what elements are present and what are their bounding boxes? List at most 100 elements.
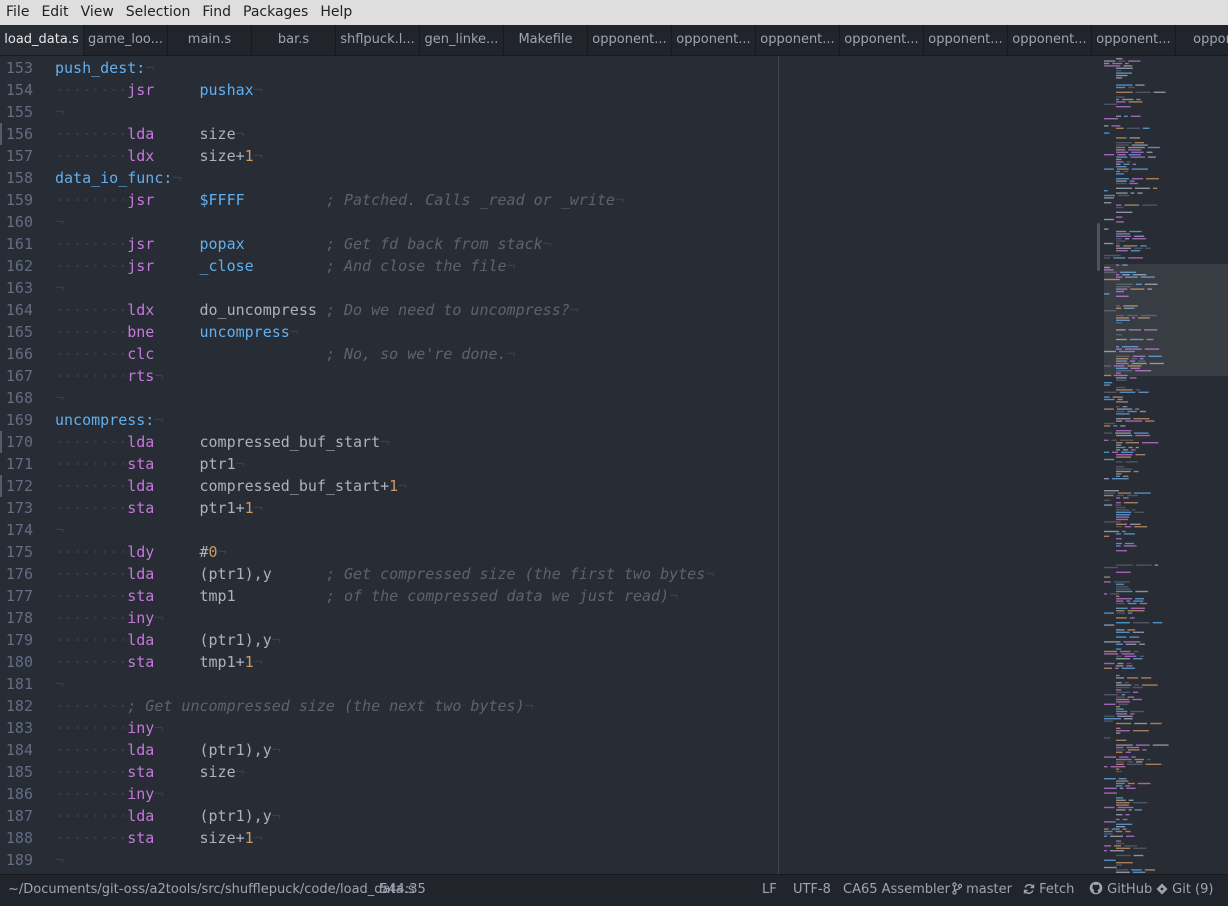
line-number[interactable]: 169 (0, 409, 33, 431)
line-number[interactable]: 187 (0, 805, 33, 827)
line-number[interactable]: 175 (0, 541, 33, 563)
tab[interactable]: opponent... (588, 25, 672, 55)
line-number[interactable]: 166 (0, 343, 33, 365)
line-ending[interactable]: LF (762, 875, 777, 905)
grammar-selector[interactable]: CA65 Assembler (843, 875, 950, 905)
code-line[interactable]: 174 ¬ (0, 519, 1100, 541)
code-line[interactable]: 166 ········clc ; No, so we're done.¬ (0, 343, 1100, 365)
tab[interactable]: opponent... (672, 25, 756, 55)
tab[interactable]: opponent... (756, 25, 840, 55)
code-line[interactable]: 154 ········jsr pushax¬ (0, 79, 1100, 101)
menu-view[interactable]: View (75, 0, 120, 25)
code-line[interactable]: 177 ········sta tmp1 ; of the compressed … (0, 585, 1100, 607)
tab[interactable]: gen_linke... (420, 25, 504, 55)
code-line[interactable]: 163 ¬ (0, 277, 1100, 299)
tab[interactable]: oppone (1176, 25, 1228, 55)
line-number[interactable]: 167 (0, 365, 33, 387)
line-number[interactable]: 160 (0, 211, 33, 233)
tab[interactable]: opponent... (840, 25, 924, 55)
git-branch[interactable]: master (952, 875, 1012, 905)
code-line[interactable]: 185 ········sta size¬ (0, 761, 1100, 783)
line-number[interactable]: 179 (0, 629, 33, 651)
code-line[interactable]: 187 ········lda (ptr1),y¬ (0, 805, 1100, 827)
code-line[interactable]: 184 ········lda (ptr1),y¬ (0, 739, 1100, 761)
tab[interactable]: opponent... (1092, 25, 1176, 55)
line-number[interactable]: 156 (0, 123, 33, 145)
code-line[interactable]: 176 ········lda (ptr1),y ; Get compressed… (0, 563, 1100, 585)
line-number[interactable]: 161 (0, 233, 33, 255)
tab-active[interactable]: load_data.s (0, 25, 84, 55)
code-line[interactable]: 178 ········iny¬ (0, 607, 1100, 629)
line-number[interactable]: 177 (0, 585, 33, 607)
minimap[interactable] (1100, 56, 1228, 874)
code-line[interactable]: 164 ········ldx do_uncompress ; Do we nee… (0, 299, 1100, 321)
line-number[interactable]: 155 (0, 101, 33, 123)
menu-help[interactable]: Help (314, 0, 358, 25)
line-number[interactable]: 189 (0, 849, 33, 871)
tab[interactable]: game_loo... (84, 25, 168, 55)
code-line[interactable]: 173 ········sta ptr1+1¬ (0, 497, 1100, 519)
code-line[interactable]: 158 data_io_func:¬ (0, 167, 1100, 189)
line-number[interactable]: 172 (0, 475, 33, 497)
code-line[interactable]: 172 ········lda compressed_buf_start+1¬ (0, 475, 1100, 497)
code-editor[interactable]: 153 push_dest:¬ 154 ········jsr pushax¬ 155 ¬… (0, 56, 1100, 874)
code-line[interactable]: 179 ········lda (ptr1),y¬ (0, 629, 1100, 651)
line-number[interactable]: 173 (0, 497, 33, 519)
line-number[interactable]: 159 (0, 189, 33, 211)
code-line[interactable]: 189 ¬ (0, 849, 1100, 871)
line-number[interactable]: 183 (0, 717, 33, 739)
code-line[interactable]: 175 ········ldy #0¬ (0, 541, 1100, 563)
code-line[interactable]: 167 ········rts¬ (0, 365, 1100, 387)
line-number[interactable]: 188 (0, 827, 33, 849)
tab[interactable]: shflpuck.l... (336, 25, 420, 55)
menu-packages[interactable]: Packages (237, 0, 314, 25)
tab[interactable]: main.s (168, 25, 252, 55)
file-encoding[interactable]: UTF-8 (793, 875, 831, 905)
code-line[interactable]: 168 ¬ (0, 387, 1100, 409)
line-number[interactable]: 178 (0, 607, 33, 629)
menu-file[interactable]: File (0, 0, 35, 25)
code-line[interactable]: 169 uncompress:¬ (0, 409, 1100, 431)
line-number[interactable]: 153 (0, 57, 33, 79)
line-number[interactable]: 170 (0, 431, 33, 453)
code-line[interactable]: 188 ········sta size+1¬ (0, 827, 1100, 849)
menu-edit[interactable]: Edit (35, 0, 74, 25)
code-line[interactable]: 162 ········jsr _close ; And close the fi… (0, 255, 1100, 277)
line-number[interactable]: 171 (0, 453, 33, 475)
line-number[interactable]: 162 (0, 255, 33, 277)
code-line[interactable]: 183 ········iny¬ (0, 717, 1100, 739)
code-line[interactable]: 181 ¬ (0, 673, 1100, 695)
fetch-button[interactable]: Fetch (1023, 875, 1074, 905)
code-line[interactable]: 159 ········jsr $FFFF ; Patched. Calls _r… (0, 189, 1100, 211)
code-line[interactable]: 186 ········iny¬ (0, 783, 1100, 805)
line-number[interactable]: 186 (0, 783, 33, 805)
line-number[interactable]: 158 (0, 167, 33, 189)
code-line[interactable]: 157 ········ldx size+1¬ (0, 145, 1100, 167)
menu-selection[interactable]: Selection (120, 0, 197, 25)
line-number[interactable]: 184 (0, 739, 33, 761)
line-number[interactable]: 157 (0, 145, 33, 167)
menu-find[interactable]: Find (196, 0, 237, 25)
line-number[interactable]: 164 (0, 299, 33, 321)
line-number[interactable]: 168 (0, 387, 33, 409)
line-number[interactable]: 181 (0, 673, 33, 695)
line-number[interactable]: 176 (0, 563, 33, 585)
line-number[interactable]: 185 (0, 761, 33, 783)
line-number[interactable]: 154 (0, 79, 33, 101)
code-line[interactable]: 160 ¬ (0, 211, 1100, 233)
cursor-position[interactable]: 544:35 (380, 875, 426, 905)
code-line[interactable]: 161 ········jsr popax ; Get fd back from … (0, 233, 1100, 255)
line-number[interactable]: 180 (0, 651, 33, 673)
code-line[interactable]: 155 ¬ (0, 101, 1100, 123)
git-button[interactable]: Git (9) (1156, 875, 1213, 905)
code-line[interactable]: 171 ········sta ptr1¬ (0, 453, 1100, 475)
code-line[interactable]: 165 ········bne uncompress¬ (0, 321, 1100, 343)
line-number[interactable]: 165 (0, 321, 33, 343)
code-line[interactable]: 180 ········sta tmp1+1¬ (0, 651, 1100, 673)
file-path[interactable]: ~/Documents/git-oss/a2tools/src/shufflep… (8, 875, 414, 905)
minimap-visible-region[interactable] (1104, 264, 1228, 376)
line-number[interactable]: 163 (0, 277, 33, 299)
code-line[interactable]: 182 ········; Get uncompressed size (the … (0, 695, 1100, 717)
tab[interactable]: bar.s (252, 25, 336, 55)
tab[interactable]: opponent... (924, 25, 1008, 55)
